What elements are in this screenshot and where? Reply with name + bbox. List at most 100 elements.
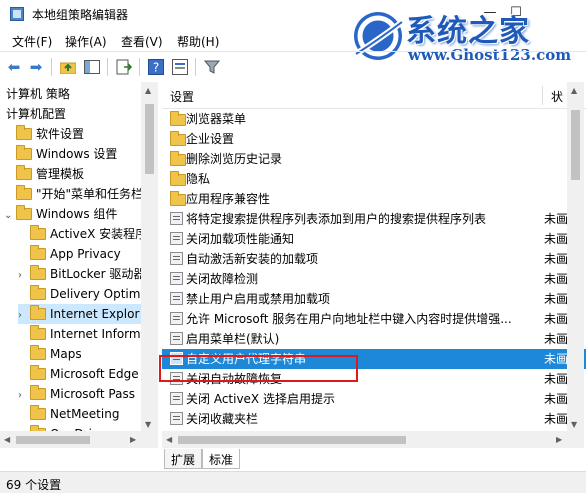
menu-bar: 文件(F) 操作(A) 查看(V) 帮助(H): [0, 29, 586, 51]
tree-item[interactable]: 计算机配置: [0, 104, 66, 124]
tree-item[interactable]: › Internet Explor: [18, 304, 157, 326]
list-setting-row[interactable]: 允许 Microsoft 服务在用户向地址栏中键入内容时提供增强... 未画: [162, 309, 586, 329]
tree-item-label: Windows 组件: [36, 207, 118, 221]
properties-icon[interactable]: [170, 57, 190, 77]
tree-item[interactable]: "开始"菜单和任务栏: [4, 184, 143, 204]
menu-view[interactable]: 查看(V): [121, 33, 163, 50]
expand-chevron-icon[interactable]: ›: [18, 266, 30, 286]
export-list-icon[interactable]: [114, 57, 134, 77]
tree-item[interactable]: › Microsoft Pass: [18, 384, 135, 404]
list-folder-row[interactable]: 删除浏览历史记录: [162, 149, 586, 169]
tree-item[interactable]: 计算机 策略: [0, 84, 70, 104]
policy-setting-icon: [170, 212, 183, 225]
policy-setting-icon: [170, 352, 183, 365]
list-setting-row[interactable]: 关闭自动故障恢复 未画: [162, 369, 586, 389]
toolbar-separator: [51, 58, 52, 76]
list-horizontal-thumb[interactable]: [178, 436, 406, 444]
folder-icon: [16, 145, 32, 160]
tree-vertical-thumb[interactable]: [145, 104, 154, 174]
setting-state: 未画: [544, 272, 569, 286]
menu-help[interactable]: 帮助(H): [177, 33, 219, 50]
tree-item[interactable]: Delivery Optim: [18, 284, 140, 304]
scroll-down-arrow-icon[interactable]: ▼: [571, 420, 577, 429]
list-setting-row[interactable]: 禁止用户启用或禁用加载项 未画: [162, 289, 586, 309]
expand-chevron-icon[interactable]: ⌄: [4, 206, 16, 226]
column-header-state[interactable]: 状: [551, 88, 563, 105]
list-folder-row[interactable]: 企业设置: [162, 129, 586, 149]
list-folder-row[interactable]: 浏览器菜单: [162, 109, 586, 129]
tree-horizontal-thumb[interactable]: [16, 436, 90, 444]
setting-name: 关闭 ActiveX 选择启用提示: [186, 392, 335, 406]
setting-state: 未画: [544, 312, 569, 326]
tree-item[interactable]: Windows 设置: [4, 144, 117, 164]
setting-name: 关闭加载项性能通知: [186, 232, 295, 246]
tree-item[interactable]: Maps: [18, 344, 82, 364]
list-setting-row[interactable]: 启用菜单栏(默认) 未画: [162, 329, 586, 349]
tree-item[interactable]: 管理模板: [4, 164, 84, 184]
tree-item[interactable]: Microsoft Edge: [18, 364, 139, 384]
menu-action[interactable]: 操作(A): [65, 33, 107, 50]
folder-icon: [30, 365, 46, 380]
tree-item-label: Delivery Optim: [50, 287, 141, 301]
scroll-up-arrow-icon[interactable]: ▲: [145, 86, 151, 95]
setting-name: 浏览器菜单: [186, 112, 247, 126]
tree-item[interactable]: App Privacy: [18, 244, 121, 264]
filter-icon[interactable]: [202, 57, 222, 77]
scroll-right-arrow-icon[interactable]: ▶: [130, 435, 136, 444]
policy-setting-icon: [170, 312, 183, 325]
scroll-right-arrow-icon[interactable]: ▶: [556, 435, 562, 444]
policy-setting-icon: [170, 412, 183, 425]
policy-setting-icon: [170, 252, 183, 265]
folder-icon: [170, 171, 186, 186]
setting-name: 删除浏览历史记录: [186, 152, 283, 166]
scroll-down-arrow-icon[interactable]: ▼: [145, 420, 151, 429]
setting-name: 将特定搜索提供程序列表添加到用户的搜索提供程序列表: [186, 212, 487, 226]
forward-arrow-icon[interactable]: ➡: [26, 57, 46, 77]
menu-file[interactable]: 文件(F): [12, 33, 52, 50]
tree-item[interactable]: 软件设置: [4, 124, 84, 144]
list-setting-row[interactable]: 关闭故障检测 未画: [162, 269, 586, 289]
list-setting-row[interactable]: 将特定搜索提供程序列表添加到用户的搜索提供程序列表 未画: [162, 209, 586, 229]
column-divider[interactable]: [542, 86, 543, 105]
tree-item-label: "开始"菜单和任务栏: [36, 187, 144, 201]
help-icon[interactable]: ?: [146, 57, 166, 77]
tree-item-label: 软件设置: [36, 127, 85, 141]
tab-extended[interactable]: 扩展: [164, 449, 203, 469]
list-setting-row[interactable]: 关闭加载项性能通知 未画: [162, 229, 586, 249]
tree-item-label: 管理模板: [36, 167, 85, 181]
expand-chevron-icon[interactable]: ›: [18, 306, 30, 326]
column-header-setting[interactable]: 设置: [170, 88, 194, 105]
tree-item[interactable]: › BitLocker 驱动器: [18, 264, 145, 284]
settings-list: 设置 状 浏览器菜单 企业设置 删除浏览历史记录 隐私 应用程序兼容性 将特定搜索提供程序…: [162, 82, 586, 448]
scroll-up-arrow-icon[interactable]: ▲: [571, 86, 577, 95]
up-folder-icon[interactable]: [58, 57, 78, 77]
toolbar: ⬅ ➡ ?: [0, 51, 586, 81]
scroll-left-arrow-icon[interactable]: ◀: [166, 435, 172, 444]
tree-item-label: Internet Explor: [50, 307, 140, 321]
folder-icon: [30, 265, 46, 280]
list-vertical-thumb[interactable]: [571, 110, 580, 180]
list-setting-row[interactable]: 关闭收藏夹栏 未画: [162, 409, 586, 429]
tab-standard[interactable]: 标准: [202, 449, 241, 469]
policy-setting-icon: [170, 232, 183, 245]
setting-state: 未画: [544, 392, 569, 406]
list-setting-row[interactable]: 自定义用户代理字符串 未画: [162, 349, 586, 369]
back-arrow-icon[interactable]: ⬅: [4, 57, 24, 77]
folder-icon: [30, 285, 46, 300]
setting-state: 未画: [544, 212, 569, 226]
list-folder-row[interactable]: 隐私: [162, 169, 586, 189]
policy-setting-icon: [170, 372, 183, 385]
folder-icon: [30, 305, 46, 320]
expand-chevron-icon[interactable]: ›: [18, 386, 30, 406]
tree-item[interactable]: NetMeeting: [18, 404, 119, 424]
tree-item[interactable]: ⌄ Windows 组件: [4, 204, 117, 224]
scroll-left-arrow-icon[interactable]: ◀: [4, 435, 10, 444]
tree-item[interactable]: ActiveX 安装程序: [18, 224, 147, 244]
folder-icon: [170, 151, 186, 166]
show-hide-tree-icon[interactable]: [82, 57, 102, 77]
policy-setting-icon: [170, 272, 183, 285]
list-folder-row[interactable]: 应用程序兼容性: [162, 189, 586, 209]
tree-item[interactable]: Internet Inform: [18, 324, 141, 344]
list-setting-row[interactable]: 自动激活新安装的加载项 未画: [162, 249, 586, 269]
list-setting-row[interactable]: 关闭 ActiveX 选择启用提示 未画: [162, 389, 586, 409]
